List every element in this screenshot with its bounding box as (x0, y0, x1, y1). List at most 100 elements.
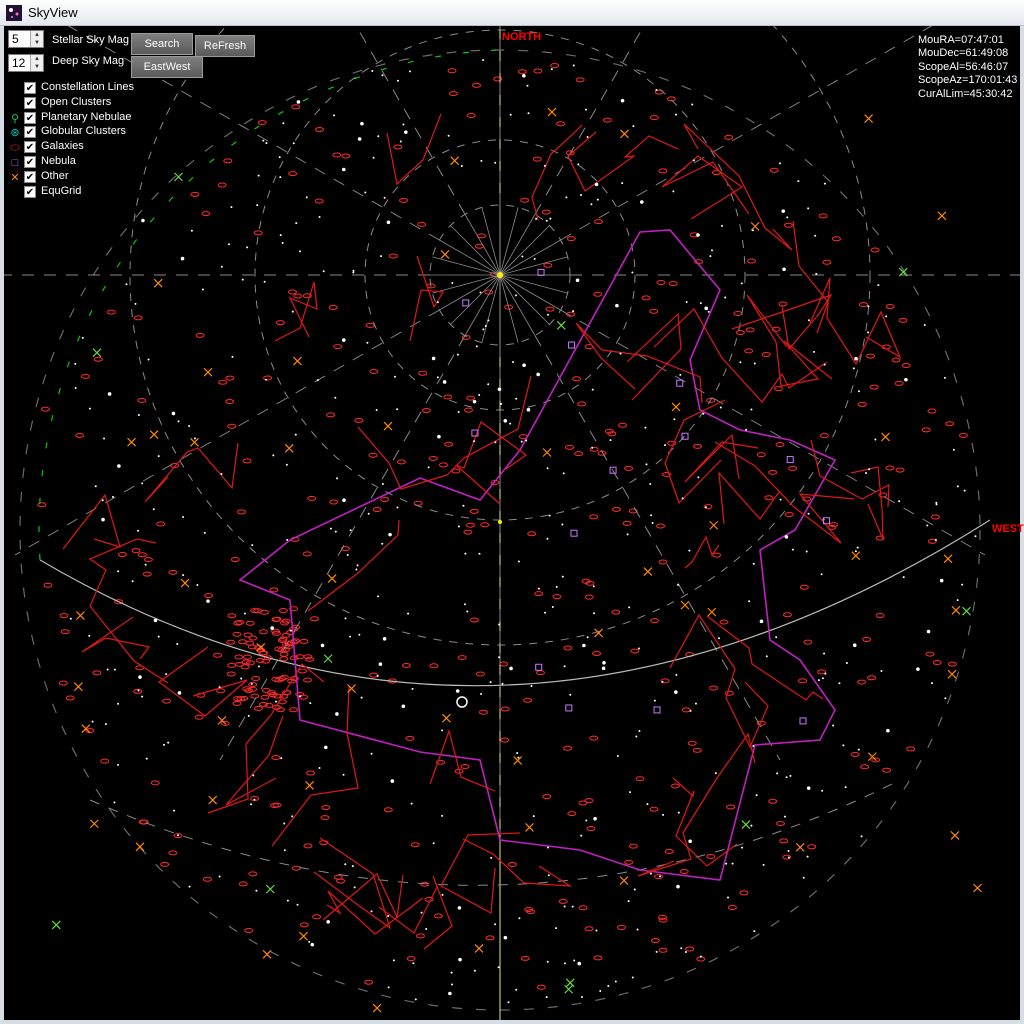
star (455, 689, 460, 693)
star (351, 865, 354, 868)
deep-mag-value[interactable]: 12 (12, 56, 25, 70)
star (551, 605, 554, 608)
star (141, 695, 144, 698)
refresh-button[interactable]: ReFresh (195, 35, 255, 57)
search-button[interactable]: Search (131, 33, 193, 55)
stellar-mag-down-icon[interactable]: ▼ (31, 39, 43, 47)
star (653, 699, 656, 702)
star (880, 669, 883, 672)
star (296, 903, 299, 906)
star (956, 599, 959, 602)
star (487, 319, 490, 322)
constellation-figure (626, 312, 682, 401)
galaxy-marker (428, 455, 438, 461)
checkbox-4[interactable]: ✔ (24, 141, 36, 154)
star (289, 629, 292, 632)
star (637, 647, 640, 650)
star (916, 667, 920, 671)
star (243, 612, 246, 615)
star (131, 580, 134, 583)
eastwest-button[interactable]: EastWest (131, 56, 203, 78)
other-object-marker (474, 943, 484, 953)
star (250, 803, 253, 806)
star (518, 917, 521, 920)
deep-mag-stepper[interactable]: 12 ▲ ▼ (8, 54, 44, 72)
checkbox-1[interactable]: ✔ (24, 96, 36, 109)
galaxy-marker (921, 427, 931, 433)
constellation-figure (731, 293, 833, 351)
star (489, 681, 492, 684)
star (447, 134, 450, 137)
deep-mag-down-icon[interactable]: ▼ (31, 63, 43, 71)
star (501, 682, 504, 685)
checkbox-6[interactable]: ✔ (24, 170, 36, 183)
checkbox-2[interactable]: ✔ (24, 111, 36, 124)
galaxy-marker (658, 559, 668, 565)
star (466, 610, 469, 613)
galaxy-marker (558, 898, 568, 904)
galaxy-marker (299, 638, 309, 644)
other-object-marker (962, 606, 971, 616)
galaxy-marker (527, 531, 537, 537)
star (404, 130, 408, 134)
star (857, 390, 860, 393)
ra-spoke (499, 274, 519, 343)
star (676, 884, 680, 889)
galaxy-marker (649, 308, 659, 314)
galaxy-marker (480, 522, 490, 528)
galaxy-marker (333, 344, 343, 350)
galaxy-marker (478, 709, 488, 715)
scope-alt-readout: ScopeAl=56:46:07 (918, 60, 1009, 73)
telescope-cursor (456, 696, 468, 708)
stellar-mag-up-icon[interactable]: ▲ (31, 31, 43, 39)
star (594, 182, 599, 187)
star (378, 662, 383, 666)
star (655, 88, 658, 91)
galaxy-marker (278, 608, 288, 614)
star (631, 976, 634, 979)
star (527, 112, 530, 115)
star (867, 331, 870, 334)
star (725, 862, 728, 865)
star (537, 587, 540, 590)
star (218, 875, 221, 878)
galaxy-marker (744, 348, 754, 354)
star (503, 418, 508, 423)
legend-label: Globular Clusters (41, 125, 126, 138)
galaxy-marker (542, 794, 552, 800)
other-object-marker (73, 682, 83, 692)
star (544, 611, 547, 614)
galaxy-marker (369, 369, 379, 375)
galaxy-marker (341, 153, 351, 159)
star (621, 182, 624, 185)
star (364, 191, 367, 194)
star (125, 283, 128, 286)
star (785, 776, 788, 779)
galaxy-marker (761, 352, 771, 358)
star (838, 682, 841, 685)
planetary-icon: ⚲ (10, 112, 20, 125)
other-object-marker (383, 421, 393, 431)
checkbox-0[interactable]: ✔ (24, 82, 36, 94)
checkbox-7[interactable]: ✔ (24, 185, 36, 198)
star (494, 923, 497, 926)
galaxy-marker (225, 375, 235, 381)
star (462, 504, 465, 507)
star (320, 643, 325, 648)
star (457, 410, 460, 413)
star (684, 951, 687, 954)
star (636, 928, 639, 931)
stellar-mag-stepper[interactable]: 5 ▲ ▼ (8, 30, 44, 48)
galaxy-marker (628, 843, 638, 849)
galaxy-marker (535, 670, 545, 676)
checkbox-5[interactable]: ✔ (24, 156, 36, 168)
sky-chart[interactable] (4, 26, 1020, 1020)
galaxy-marker (612, 506, 622, 512)
star (590, 203, 593, 206)
nebula-marker (570, 529, 578, 537)
deep-mag-up-icon[interactable]: ▲ (31, 55, 43, 63)
star (437, 434, 441, 439)
checkbox-3[interactable]: ✔ (24, 126, 36, 139)
star (335, 712, 339, 716)
stellar-mag-value[interactable]: 5 (12, 32, 19, 46)
